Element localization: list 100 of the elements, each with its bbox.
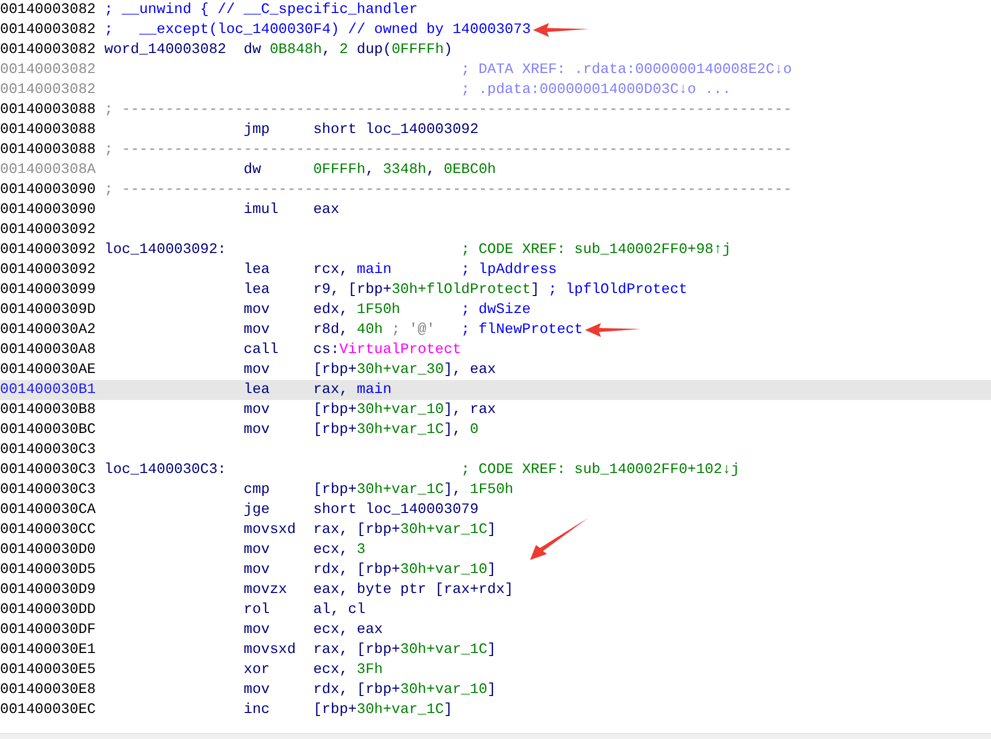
address-text: 001400030BC — [0, 421, 97, 440]
label-text: loc_140003092: — [104, 241, 228, 260]
mnemonic-text: cmp — [244, 481, 271, 500]
address-text: 001400030E1 — [0, 641, 97, 660]
address-text: 00140003092 — [0, 241, 97, 260]
address-text: 001400030AE — [0, 361, 97, 380]
address-text: 00140003090 — [0, 181, 97, 200]
mnemonic-text: lea — [244, 281, 271, 300]
operand-text: edx, 1F50h — [313, 301, 402, 320]
operand-text: ecx, 3 — [313, 541, 366, 560]
comment-text: ; lpAddress — [461, 261, 557, 280]
address-text: 0014000308A — [0, 161, 97, 180]
operand-text: r8d, 40h ; '@' — [313, 321, 436, 340]
mnemonic-text: xor — [244, 661, 271, 680]
address-text: 00140003092 — [0, 261, 97, 280]
selected-line-highlight[interactable]: 001400030B1 lea rax, main — [0, 380, 991, 400]
address-text: 0014000309D — [0, 301, 97, 320]
separator-text: ; ----------------------------------------------------------------------------- — [104, 141, 792, 160]
comment-text: ; __unwind { // __C_specific_handler — [104, 1, 418, 20]
address-text: 00140003088 — [0, 121, 97, 140]
mnemonic-text: rol — [244, 601, 271, 620]
operand-text: [rbp+30h+var_1C], 0 — [313, 421, 479, 440]
mnemonic-text: mov — [244, 321, 271, 340]
address-text: 001400030CC — [0, 521, 97, 540]
address-text: 00140003099 — [0, 281, 97, 300]
operand-text: al, cl — [313, 601, 366, 620]
label-text: loc_1400030C3: — [104, 461, 228, 480]
operand-text: ecx, 3Fh — [313, 661, 383, 680]
operand-text: short loc_140003079 — [313, 501, 479, 520]
address-text: 001400030B8 — [0, 401, 97, 420]
mnemonic-text: mov — [244, 301, 271, 320]
mnemonic-text: mov — [244, 401, 271, 420]
operand-text: dw 0B848h, 2 dup(0FFFFh) — [244, 41, 452, 60]
operand-text: rax, [rbp+30h+var_1C] — [313, 521, 496, 540]
mnemonic-text: mov — [244, 361, 271, 380]
xref-comment: ; DATA XREF: .rdata:0000000140008E2C↓o — [461, 61, 792, 80]
address-text: 00140003082 — [0, 61, 97, 80]
operand-text: eax, byte ptr [rax+rdx] — [313, 581, 514, 600]
operand-text: rax, main — [313, 381, 392, 400]
operand-text: rcx, main — [313, 261, 393, 280]
mnemonic-text: inc — [244, 701, 271, 720]
operand-text: [rbp+30h+var_30], eax — [313, 361, 496, 380]
separator-text: ; ----------------------------------------------------------------------------- — [104, 181, 792, 200]
comment-text: ; flNewProtect — [461, 321, 583, 340]
mnemonic-text: mov — [244, 621, 271, 640]
operand-text: cs:VirtualProtect — [313, 341, 462, 360]
operand-text: rax, [rbp+30h+var_1C] — [313, 641, 496, 660]
address-text: 001400030DD — [0, 601, 97, 620]
mnemonic-text: call — [244, 341, 280, 360]
mnemonic-text: movsxd — [244, 641, 297, 660]
address-text: 001400030C3 — [0, 461, 97, 480]
xref-comment: ; CODE XREF: sub_140002FF0+102↓j — [461, 461, 740, 480]
mnemonic-text: movzx — [244, 581, 288, 600]
mnemonic-text: mov — [244, 681, 271, 700]
operand-text: [rbp+30h+var_10], rax — [313, 401, 496, 420]
mnemonic-text: jge — [244, 501, 271, 520]
comment-text: ; __except(loc_1400030F4) // owned by 140003073 — [104, 21, 531, 40]
address-text: 001400030D0 — [0, 541, 97, 560]
mnemonic-text: mov — [244, 421, 271, 440]
address-text: 00140003090 — [0, 201, 97, 220]
mnemonic-text: mov — [244, 561, 271, 580]
address-text: 00140003082 — [0, 41, 97, 60]
address-text: 001400030C3 — [0, 441, 97, 460]
xref-comment: ; .pdata:000000014000D03C↓o ... — [461, 81, 731, 100]
mnemonic-text: dw — [244, 161, 262, 180]
address-text: 001400030C3 — [0, 481, 97, 500]
mnemonic-text: jmp — [244, 121, 271, 140]
xref-comment: ; CODE XREF: sub_140002FF0+98↑j — [461, 241, 731, 260]
mnemonic-text: imul — [244, 201, 280, 220]
operand-text: rdx, [rbp+30h+var_10] — [313, 561, 496, 580]
horizontal-scrollbar[interactable] — [0, 733, 991, 739]
mnemonic-text: lea — [244, 261, 271, 280]
operand-text: short loc_140003092 — [313, 121, 479, 140]
mnemonic-text: lea — [244, 381, 271, 400]
address-text: 001400030E8 — [0, 681, 97, 700]
label-text: word_140003082 — [104, 41, 228, 60]
operand-text: rdx, [rbp+30h+var_10] — [313, 681, 496, 700]
comment-text: ; dwSize — [461, 301, 531, 320]
operand-text: [rbp+30h+var_1C] — [313, 701, 452, 720]
address-text: 001400030D9 — [0, 581, 97, 600]
operand-text: r9, [rbp+30h+flOldProtect] — [313, 281, 540, 300]
address-text: 00140003082 — [0, 21, 97, 40]
address-text: 001400030CA — [0, 501, 97, 520]
address-text: 001400030DF — [0, 621, 97, 640]
address-text: 001400030EC — [0, 701, 97, 720]
mnemonic-text: mov — [244, 541, 271, 560]
address-text: 001400030E5 — [0, 661, 97, 680]
address-text: 00140003082 — [0, 1, 97, 20]
mnemonic-text: movsxd — [244, 521, 297, 540]
address-text: 001400030A8 — [0, 341, 97, 360]
address-text: 001400030A2 — [0, 321, 97, 340]
address-text: 001400030B1 — [0, 381, 97, 400]
address-text: 00140003088 — [0, 141, 97, 160]
address-text: 00140003092 — [0, 221, 97, 240]
operand-text: ecx, eax — [313, 621, 383, 640]
operand-text: eax — [313, 201, 340, 220]
separator-text: ; ----------------------------------------------------------------------------- — [104, 101, 792, 120]
operand-text: 0FFFFh, 3348h, 0EBC0h — [313, 161, 496, 180]
comment-text: ; lpflOldProtect — [548, 281, 688, 300]
address-text: 00140003088 — [0, 101, 97, 120]
